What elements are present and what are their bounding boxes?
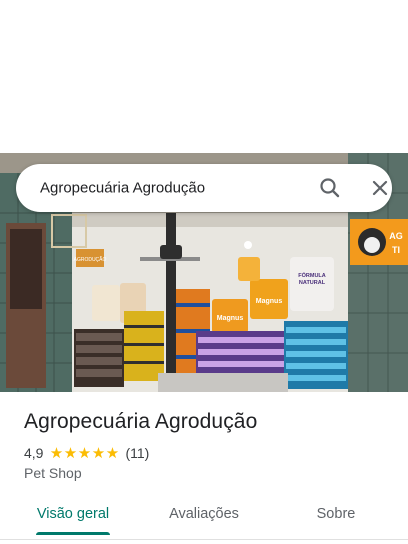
- tab-label: Sobre: [316, 506, 356, 522]
- close-icon[interactable]: [368, 176, 392, 200]
- search-bar[interactable]: Agropecuária Agrodução: [16, 164, 392, 212]
- search-icon[interactable]: [318, 176, 342, 200]
- active-tab-indicator: [36, 532, 110, 535]
- tab-overview[interactable]: Visão geral: [24, 496, 122, 532]
- svg-text:Magnus: Magnus: [217, 315, 244, 322]
- tabs-divider: [0, 539, 408, 540]
- star-rating: ★ ★ ★ ★ ★: [49, 446, 119, 461]
- star-icon: ★: [49, 444, 64, 462]
- svg-text:FÓRMULA: FÓRMULA: [298, 271, 326, 279]
- svg-text:TI: TI: [392, 245, 400, 255]
- tab-label: Visão geral: [36, 506, 110, 522]
- svg-text:NATURAL: NATURAL: [299, 280, 326, 286]
- star-icon: ★: [63, 444, 78, 462]
- tab-about[interactable]: Sobre: [296, 496, 376, 532]
- rating-value: 4,9: [24, 445, 44, 461]
- place-category[interactable]: Pet Shop: [24, 465, 82, 481]
- review-count[interactable]: (11): [125, 445, 149, 461]
- agroducao-sign: AGRODUÇÃO: [74, 256, 107, 263]
- place-tabs: Visão geral Avaliações Sobre: [0, 496, 408, 540]
- rating-row[interactable]: 4,9 ★ ★ ★ ★ ★ (11): [24, 444, 149, 462]
- star-icon: ★: [91, 444, 106, 462]
- svg-text:AG: AG: [389, 231, 403, 241]
- place-title: Agropecuária Agrodução: [24, 410, 258, 433]
- svg-text:Magnus: Magnus: [256, 298, 283, 305]
- star-icon: ★: [77, 444, 92, 462]
- tab-reviews[interactable]: Avaliações: [150, 496, 258, 532]
- search-query-text[interactable]: Agropecuária Agrodução: [40, 180, 205, 197]
- star-icon: ★: [105, 444, 120, 462]
- tab-label: Avaliações: [169, 506, 239, 522]
- map-area-blank: [0, 0, 408, 153]
